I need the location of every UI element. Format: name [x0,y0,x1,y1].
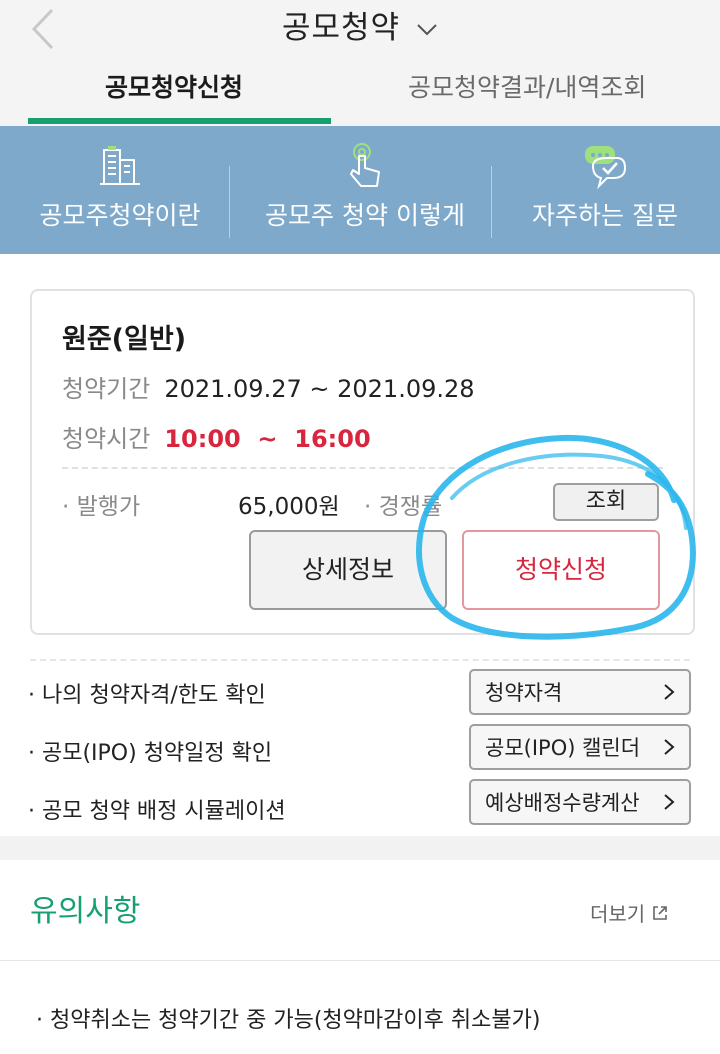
page-title-dropdown[interactable]: 공모청약 [282,2,438,47]
main-content: 원준(일반) 청약기간 2021.09.27 ~ 2021.09.28 청약시간… [0,254,720,836]
notice-title: 유의사항 [30,894,141,929]
apply-subscription-button[interactable]: 청약신청 [462,530,660,610]
tab-results[interactable]: 공모청약결과/내역조회 [408,68,646,104]
issue-price-value: 65,000원 [238,494,340,520]
chevron-right-icon [664,794,675,810]
period-value: 2021.09.27 ~ 2021.09.28 [164,375,475,403]
chevron-right-icon [664,684,675,700]
offering-card: 원준(일반) 청약기간 2021.09.27 ~ 2021.09.28 청약시간… [30,289,695,635]
subscription-time-row: 청약시간 10:00 ~ 16:00 [62,419,371,454]
ipo-calendar-button[interactable]: 공모(IPO) 캘린더 [469,724,691,770]
eligibility-button-label: 청약자격 [485,681,563,705]
time-value: 10:00 ~ 16:00 [164,425,371,453]
divider [30,659,690,661]
detail-info-button[interactable]: 상세정보 [249,530,447,610]
competition-inquiry-button[interactable]: 조회 [553,483,659,521]
external-link-icon [653,905,668,920]
time-label: 청약시간 [62,425,151,453]
ipo-calendar-button-label: 공모(IPO) 캘린더 [485,736,641,760]
allocation-calc-button[interactable]: 예상배정수량계산 [469,779,691,825]
banner-item-what-is-ipo[interactable]: 공모주청약이란 [0,126,240,254]
ipo-schedule-text: · 공모(IPO) 청약일정 확인 [28,741,273,766]
notice-item: · 청약취소는 청약기간 중 가능(청약마감이후 취소불가) [36,1008,541,1033]
banner-item-faq[interactable]: 자주하는 질문 [490,126,720,254]
tab-apply[interactable]: 공모청약신청 [105,68,243,104]
subscription-period-row: 청약기간 2021.09.27 ~ 2021.09.28 [62,369,475,404]
offering-name: 원준(일반) [62,324,187,355]
allocation-simulation-text: · 공모 청약 배정 시뮬레이션 [28,799,286,824]
hand-tap-icon [350,143,380,187]
eligibility-check-text: · 나의 청약자격/한도 확인 [28,683,266,708]
banner-label: 공모주 청약 이렇게 [265,201,465,230]
top-bar: 공모청약 [0,0,720,62]
info-banner: 공모주청약이란 공모주 청약 이렇게 자주하는 질문 [0,126,720,254]
period-label: 청약기간 [62,375,151,403]
divider [62,467,663,469]
active-tab-indicator [28,118,331,124]
issue-price-label: · 발행가 [62,494,141,520]
more-label: 더보기 [590,902,646,926]
banner-label: 공모주청약이란 [39,201,201,230]
banner-divider [229,166,230,238]
eligibility-button[interactable]: 청약자격 [469,669,691,715]
banner-item-how-to-apply[interactable]: 공모주 청약 이렇게 [240,126,490,254]
chevron-right-icon [664,739,675,755]
notice-section: 유의사항 더보기 · 청약취소는 청약기간 중 가능(청약마감이후 취소불가) [0,860,720,1054]
more-link[interactable]: 더보기 [590,898,669,927]
tab-bar: 공모청약신청 공모청약결과/내역조회 [0,62,720,126]
competition-rate-label: · 경쟁률 [364,494,443,520]
allocation-calc-button-label: 예상배정수량계산 [485,791,640,815]
banner-label: 자주하는 질문 [532,201,678,230]
page-title: 공모청약 [281,10,401,46]
chevron-down-icon [417,23,437,35]
building-icon [100,146,140,185]
divider [0,960,720,961]
chat-check-icon [585,146,627,190]
